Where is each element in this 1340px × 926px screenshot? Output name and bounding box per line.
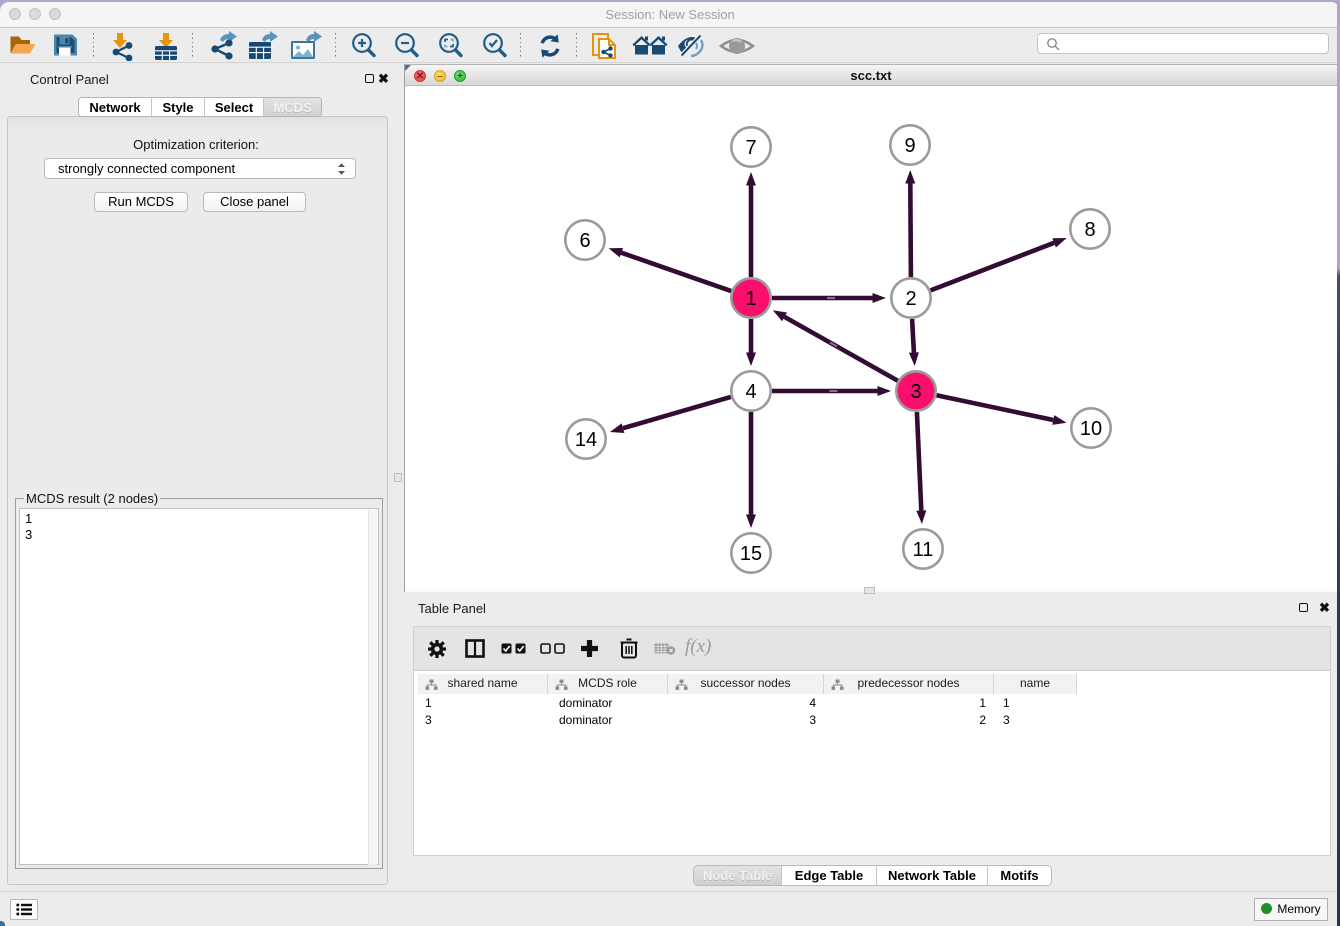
svg-text:11: 11 [913,539,934,561]
svg-text:9: 9 [904,135,915,157]
svg-text:14: 14 [575,429,597,451]
svg-text:10: 10 [1080,418,1102,440]
svg-text:1: 1 [745,288,756,310]
svg-text:7: 7 [745,137,756,159]
svg-text:6: 6 [579,230,590,252]
svg-text:8: 8 [1084,219,1095,241]
svg-text:4: 4 [745,381,756,403]
svg-text:2: 2 [905,288,916,310]
svg-text:15: 15 [740,543,762,565]
svg-text:3: 3 [910,381,921,403]
